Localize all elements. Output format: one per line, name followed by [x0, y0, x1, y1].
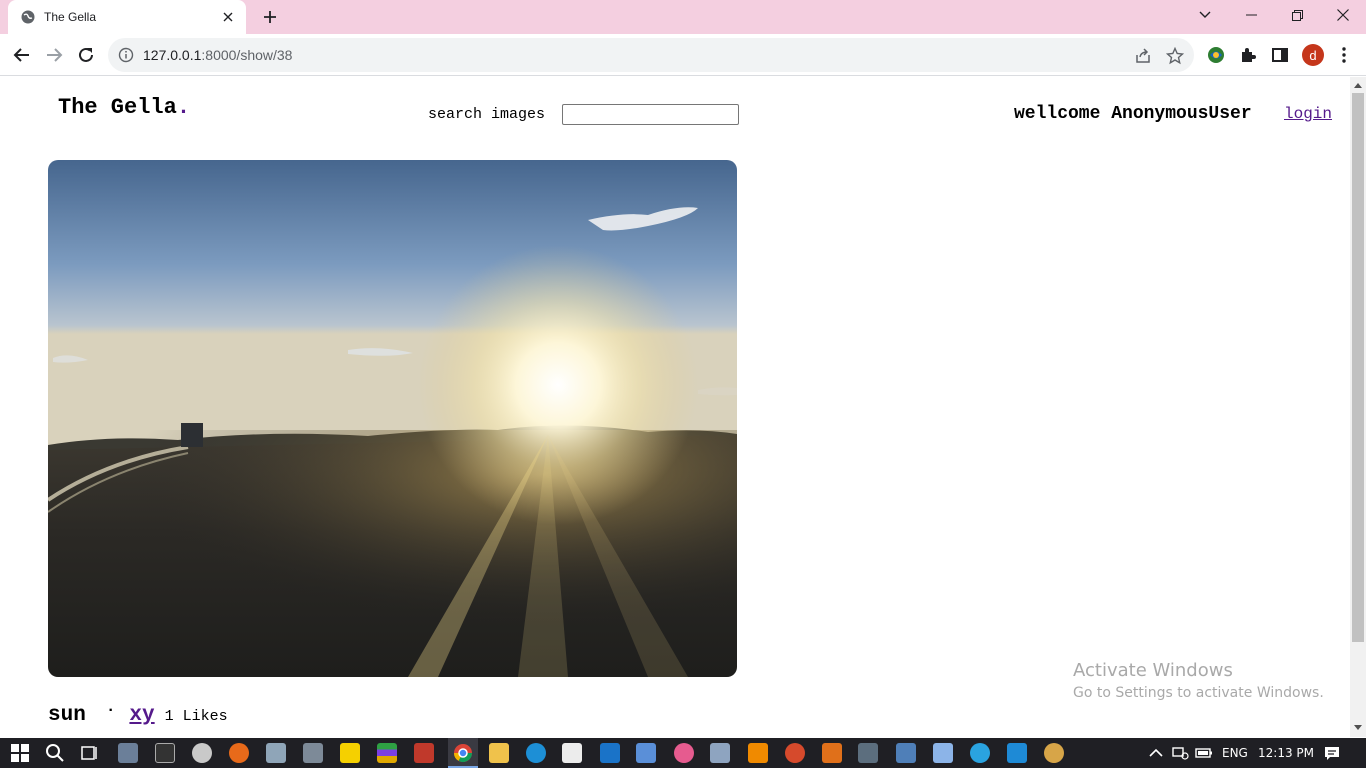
remote-app-icon[interactable] [636, 743, 656, 763]
tab-search-chevron-icon[interactable] [1182, 0, 1228, 30]
vscode-app-icon[interactable] [1007, 743, 1027, 763]
camera-app-icon[interactable] [118, 743, 138, 763]
site-title-text: The Gella [58, 95, 177, 120]
url-host: 127.0.0.1 [143, 47, 202, 63]
task-view-icon[interactable] [80, 743, 100, 763]
photos-app-icon[interactable] [266, 743, 286, 763]
search-icon[interactable] [45, 743, 65, 763]
chrome-taskbar-button[interactable] [448, 738, 478, 768]
sql-app-icon[interactable] [896, 743, 916, 763]
welcome-text: wellcome AnonymousUser [1014, 104, 1252, 124]
vpn-extension-icon[interactable] [1206, 45, 1226, 65]
author-link[interactable]: xy [129, 704, 154, 727]
bars-app-icon[interactable] [377, 743, 397, 763]
language-indicator[interactable]: ENG [1222, 746, 1248, 760]
browser-tab[interactable]: The Gella [8, 0, 246, 34]
paint3d-app-icon[interactable] [674, 743, 694, 763]
side-panel-icon[interactable] [1270, 45, 1290, 65]
page-content: The Gella. search images wellcome Anonym… [0, 77, 1350, 737]
post-caption: sun · xy 1 Likes [48, 701, 228, 727]
site-title: The Gella. [58, 95, 190, 120]
clock-app-icon[interactable] [192, 743, 212, 763]
mail-app-icon[interactable] [600, 743, 620, 763]
close-window-button[interactable] [1320, 0, 1366, 30]
post-title: sun [48, 704, 86, 727]
likes-count: 1 Likes [164, 708, 228, 725]
profile-avatar[interactable]: d [1302, 44, 1324, 66]
tab-title: The Gella [44, 10, 97, 24]
battery-icon[interactable] [1194, 743, 1214, 763]
restore-button[interactable] [1274, 0, 1320, 30]
back-arrow-icon[interactable] [10, 43, 34, 67]
network-icon[interactable] [1170, 743, 1190, 763]
notepad-app-icon[interactable] [933, 743, 953, 763]
sunset-image [48, 160, 737, 677]
paint-palette-app-icon[interactable] [1044, 743, 1064, 763]
database-app-icon[interactable] [858, 743, 878, 763]
url-path: :8000/show/38 [201, 47, 293, 63]
watermark-title: Activate Windows [1073, 660, 1233, 681]
watermark-subtitle: Go to Settings to activate Windows. [1073, 685, 1324, 701]
postman-app-icon[interactable] [785, 743, 805, 763]
new-tab-button[interactable] [258, 6, 282, 28]
reload-icon[interactable] [74, 43, 98, 67]
scroll-down-arrow-icon[interactable] [1354, 725, 1362, 730]
telegram-app-icon[interactable] [970, 743, 990, 763]
calculator-app-icon[interactable] [303, 743, 323, 763]
store-app-icon[interactable] [562, 743, 582, 763]
more-menu-icon[interactable] [1334, 45, 1354, 65]
windows-taskbar: ENG 12:13 PM [0, 738, 1366, 768]
globe-icon [20, 9, 36, 25]
search-label: search images [428, 106, 546, 123]
browser-toolbar: 127.0.0.1:8000/show/38 [0, 34, 1366, 76]
bookmark-star-icon[interactable] [1166, 47, 1184, 65]
caption-separator: · [105, 701, 116, 719]
jupyter-app-icon[interactable] [822, 743, 842, 763]
scroll-up-arrow-icon[interactable] [1354, 83, 1362, 88]
url-text[interactable]: 127.0.0.1:8000/show/38 [143, 47, 292, 63]
home-link[interactable]: . [177, 95, 190, 120]
clock-time[interactable]: 12:13 PM [1258, 746, 1314, 760]
sunset-photo[interactable] [48, 160, 737, 677]
notifications-icon[interactable] [1322, 743, 1342, 763]
vertical-scrollbar[interactable] [1350, 77, 1366, 737]
minimize-button[interactable] [1228, 0, 1274, 30]
address-bar[interactable]: 127.0.0.1:8000/show/38 [108, 38, 1194, 72]
edge-app-icon[interactable] [526, 743, 546, 763]
scrollbar-thumb[interactable] [1352, 93, 1364, 642]
login-link[interactable]: login [1284, 105, 1332, 123]
activate-windows-watermark: Activate Windows Go to Settings to activ… [1073, 660, 1324, 701]
site-info-icon[interactable] [118, 47, 134, 63]
documents-app-icon[interactable] [710, 743, 730, 763]
search-input[interactable] [562, 104, 739, 125]
vlc-app-icon[interactable] [748, 743, 768, 763]
close-icon[interactable] [220, 9, 236, 25]
sticky-notes-app-icon[interactable] [340, 743, 360, 763]
tab-strip: The Gella [0, 0, 1366, 34]
forward-arrow-icon[interactable] [42, 43, 66, 67]
extensions-puzzle-icon[interactable] [1238, 45, 1258, 65]
terminal-app-icon[interactable] [155, 743, 175, 763]
firefox-app-icon[interactable] [229, 743, 249, 763]
chevron-up-icon[interactable] [1146, 743, 1166, 763]
paint-app-icon[interactable] [414, 743, 434, 763]
windows-start-icon[interactable] [10, 743, 30, 763]
share-icon[interactable] [1134, 47, 1152, 65]
file-explorer-app-icon[interactable] [489, 743, 509, 763]
